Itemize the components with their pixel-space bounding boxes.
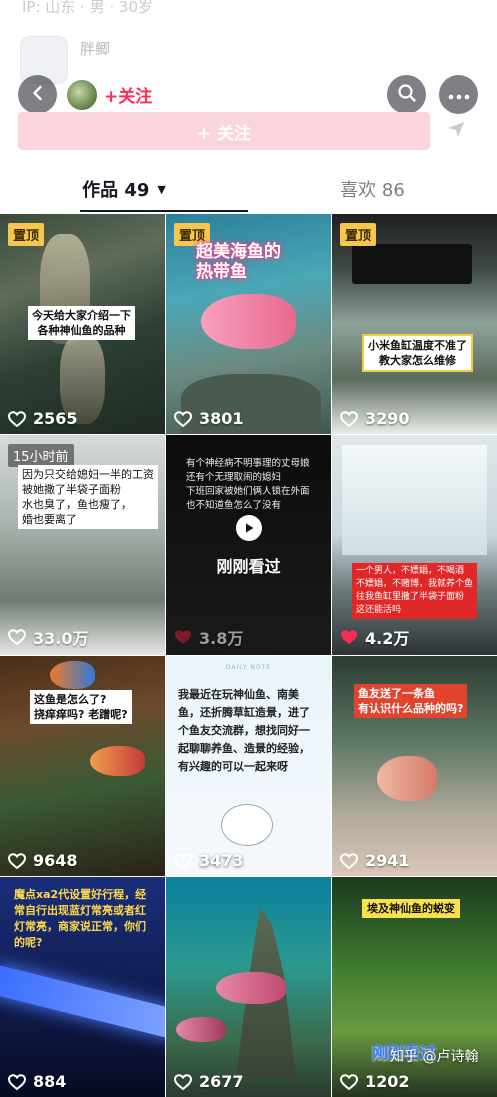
like-count-value: 2565 <box>33 409 78 428</box>
like-count: 3801 <box>174 409 244 428</box>
heart-outline-icon <box>340 852 358 869</box>
ghost-username: 胖鲫 <box>80 40 111 58</box>
sticker-image <box>221 804 273 846</box>
heart-filled-icon <box>340 629 358 645</box>
like-count: 3.8万 <box>174 625 243 649</box>
like-count-value: 3473 <box>199 851 244 870</box>
video-caption: 因为只交给媳妇一半的工资 被她撒了半袋子面粉 水也臭了，鱼也瘦了， 婚也要离了 <box>18 465 158 529</box>
heart-outline-icon <box>174 1073 192 1090</box>
tab-works-label: 作品 49 <box>82 180 150 201</box>
tab-active-indicator <box>80 210 248 212</box>
video-caption: 超美海鱼的 热带鱼 <box>196 242 281 282</box>
like-count: 2941 <box>340 851 410 870</box>
like-count-value: 3801 <box>199 409 244 428</box>
video-card[interactable]: 置顶 超美海鱼的 热带鱼 3801 <box>166 214 331 434</box>
heart-outline-icon <box>8 410 26 427</box>
heart-outline-icon <box>174 852 192 869</box>
play-icon <box>243 519 255 538</box>
note-header: DAILY NOTE <box>225 664 272 671</box>
heart-outline-icon <box>174 410 192 427</box>
video-card[interactable]: 一个男人，不嫖娼，不喝酒 不嫖娼，不赌博，我就养个鱼 往我鱼缸里撒了半袋子面粉 … <box>332 435 497 655</box>
search-icon <box>397 83 417 107</box>
like-count: 884 <box>8 1072 66 1091</box>
heart-filled-icon <box>174 629 192 645</box>
back-button[interactable] <box>18 75 57 114</box>
video-caption: 埃及神仙鱼的蜕变 <box>362 899 460 918</box>
video-card[interactable]: 置顶 今天给大家介绍一下 各种神仙鱼的品种 2565 <box>0 214 165 434</box>
video-card[interactable]: 15小时前 因为只交给媳妇一半的工资 被她撒了半袋子面粉 水也臭了，鱼也瘦了， … <box>0 435 165 655</box>
watermark-text: 知乎 @卢诗翰 <box>390 1049 479 1065</box>
chevron-left-icon <box>29 84 47 106</box>
tab-likes-label: 喜欢 86 <box>340 180 405 201</box>
like-count-value: 9648 <box>33 851 78 870</box>
like-count: 33.0万 <box>8 625 88 649</box>
video-caption: 今天给大家介绍一下 各种神仙鱼的品种 <box>28 306 135 340</box>
video-caption: 我最近在玩神仙鱼、南美鱼，还折腾草缸造景，进了个鱼友交流群，想找同好一起聊聊养鱼… <box>178 688 310 773</box>
heart-outline-icon <box>8 629 26 645</box>
video-caption: 魔点xa2代设置好行程，经常自行出现蓝灯常亮或者红灯常亮，商家说正常，你们的呢? <box>14 888 147 949</box>
heart-outline-icon <box>340 410 358 427</box>
caret-down-icon: ▼ <box>157 182 166 196</box>
time-badge: 15小时前 <box>8 444 74 467</box>
follow-button[interactable]: + 关注 <box>18 112 430 150</box>
video-card[interactable]: 这鱼是怎么了? 挠痒痒吗? 老蹭呢? 9648 <box>0 656 165 876</box>
video-caption: 有个神经病不明事理的丈母娘 还有个无理取闹的媳妇 下班回家被她们俩人锁在外面 也… <box>186 458 310 511</box>
play-button[interactable] <box>236 515 262 541</box>
video-caption: 鱼友送了一条鱼 有认识什么品种的吗? <box>354 684 468 718</box>
like-count-value: 2677 <box>199 1072 244 1091</box>
top-follow-button[interactable]: +关注 <box>104 82 152 107</box>
pinned-badge: 置顶 <box>340 223 377 246</box>
like-count: 9648 <box>8 851 78 870</box>
video-caption: 一个男人，不嫖娼，不喝酒 不嫖娼，不赌博，我就养个鱼 往我鱼缸里撒了半袋子面粉 … <box>352 563 478 619</box>
heart-outline-icon <box>8 852 26 869</box>
like-count: 3473 <box>174 851 244 870</box>
heart-outline-icon <box>340 1073 358 1090</box>
like-count-value: 3.8万 <box>199 629 244 648</box>
profile-tabs: 作品 49 ▼ 喜欢 86 <box>0 166 497 214</box>
like-count-value: 4.2万 <box>365 629 410 648</box>
like-count-value: 884 <box>33 1072 67 1091</box>
like-count-value: 3290 <box>365 409 410 428</box>
like-count: 2565 <box>8 409 78 428</box>
pinned-badge: 置顶 <box>8 223 45 246</box>
video-card[interactable]: 置顶 小米鱼缸温度不准了 教大家怎么维修 3290 <box>332 214 497 434</box>
more-button[interactable] <box>439 75 478 114</box>
more-dots-icon <box>448 85 470 104</box>
ghost-header-text: IP: 山东 · 男 · 30岁 <box>22 0 153 16</box>
like-count-value: 1202 <box>365 1072 410 1091</box>
send-icon <box>446 119 466 143</box>
like-count: 1202 <box>340 1072 410 1091</box>
video-caption: 这鱼是怎么了? 挠痒痒吗? 老蹭呢? <box>30 690 132 724</box>
video-card[interactable]: 2677 <box>166 877 331 1097</box>
heart-outline-icon <box>8 1073 26 1090</box>
tab-likes[interactable]: 喜欢 86 <box>248 166 497 212</box>
send-button[interactable] <box>437 112 475 150</box>
search-button[interactable] <box>387 75 426 114</box>
watched-overlay: 刚刚看过 <box>216 557 281 576</box>
like-count: 3290 <box>340 409 410 428</box>
video-grid: 置顶 今天给大家介绍一下 各种神仙鱼的品种 2565 置顶 超美海鱼的 热带鱼 … <box>0 214 497 1097</box>
video-card[interactable]: 鱼友送了一条鱼 有认识什么品种的吗? 2941 <box>332 656 497 876</box>
video-caption: 小米鱼缸温度不准了 教大家怎么维修 <box>362 334 473 372</box>
video-card[interactable]: 有个神经病不明事理的丈母娘 还有个无理取闹的媳妇 下班回家被她们俩人锁在外面 也… <box>166 435 331 655</box>
tab-works[interactable]: 作品 49 ▼ <box>0 166 248 212</box>
video-card[interactable]: 魔点xa2代设置好行程，经常自行出现蓝灯常亮或者红灯常亮，商家说正常，你们的呢?… <box>0 877 165 1097</box>
video-card[interactable]: DAILY NOTE 我最近在玩神仙鱼、南美鱼，还折腾草缸造景，进了个鱼友交流群… <box>166 656 331 876</box>
like-count: 2677 <box>174 1072 244 1091</box>
avatar[interactable] <box>66 78 98 111</box>
like-count: 4.2万 <box>340 625 409 649</box>
like-count-value: 33.0万 <box>33 629 89 648</box>
like-count-value: 2941 <box>365 851 410 870</box>
top-profile-chip[interactable]: +关注 <box>62 75 165 114</box>
